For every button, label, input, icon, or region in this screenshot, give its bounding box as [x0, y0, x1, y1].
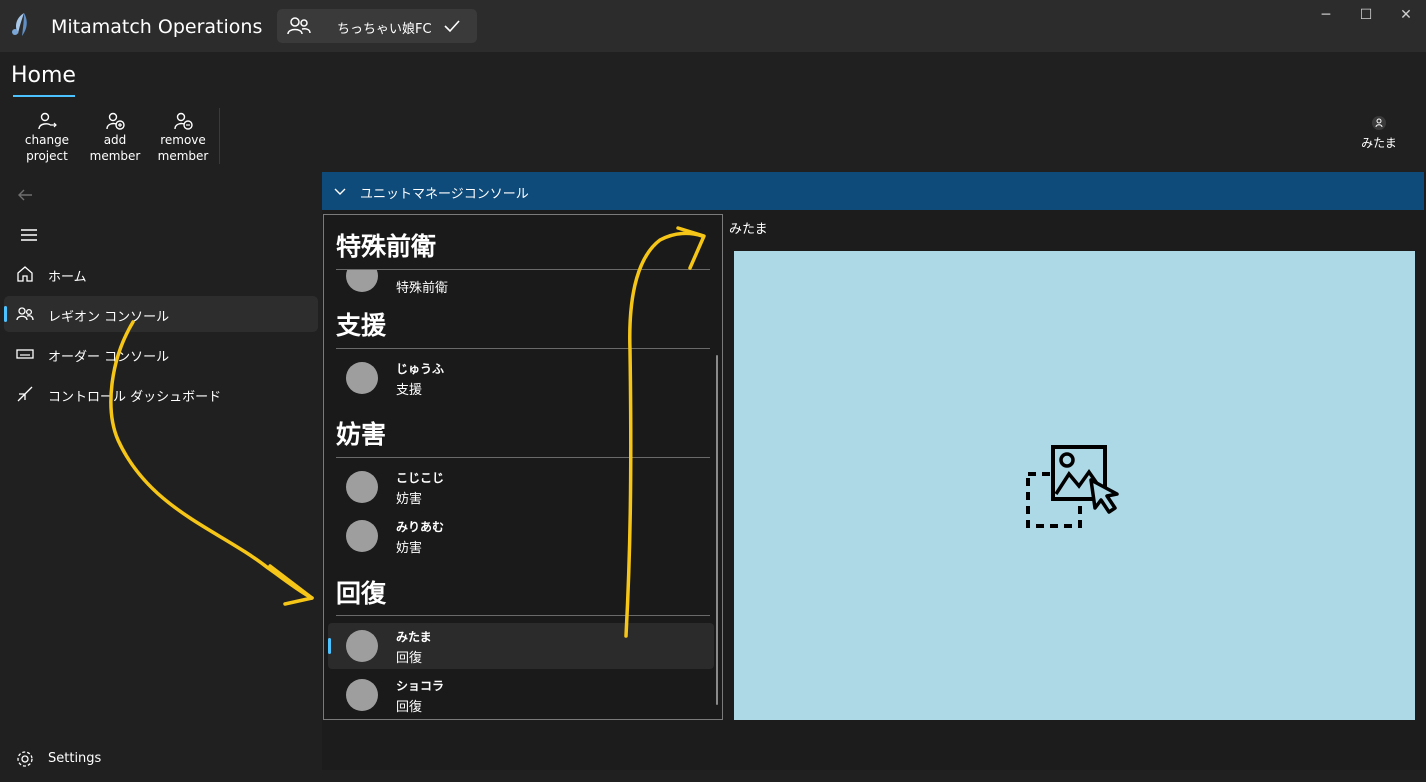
app-title: Mitamatch Operations — [51, 16, 263, 38]
nav-item-control-dashboard[interactable]: コントロール ダッシュボード — [4, 376, 318, 412]
hamburger-menu-icon[interactable] — [20, 228, 38, 242]
list-item[interactable]: みりあむ 妨害 — [328, 513, 714, 559]
page-title-underline — [13, 95, 75, 97]
gear-icon[interactable] — [16, 750, 34, 768]
list-item-selected[interactable]: みたま 回復 — [328, 623, 714, 669]
remove-member-label-2: member — [157, 149, 209, 163]
check-icon — [444, 20, 460, 33]
nav-item-legion-console[interactable]: レギオン コンソール — [4, 296, 318, 332]
page-title: Home — [11, 63, 76, 88]
group-divider — [336, 457, 710, 458]
member-name: みりあむ — [396, 520, 445, 534]
person-add-icon — [106, 112, 125, 130]
unit-manage-expander-header[interactable]: ユニットマネージコンソール — [322, 172, 1424, 210]
member-role: 妨害 — [396, 492, 423, 507]
person-remove-icon — [174, 112, 193, 130]
avatar — [346, 630, 378, 662]
avatar — [346, 520, 378, 552]
scrollbar[interactable] — [716, 355, 718, 705]
list-item[interactable]: じゅうふ 支援 — [328, 355, 714, 401]
list-item[interactable]: ショコラ 回復 — [328, 672, 714, 718]
nav-item-label: コントロール ダッシュボード — [48, 390, 222, 405]
group-header: 妨害 — [336, 420, 387, 449]
app-logo-icon — [12, 13, 27, 36]
member-name: ショコラ — [396, 679, 445, 693]
member-name: こじこじ — [396, 471, 445, 485]
group-header-title: 特殊前衛 — [336, 232, 437, 261]
selection-indicator — [328, 638, 331, 654]
add-member-button[interactable]: add member — [83, 112, 147, 164]
nav-item-label: ホーム — [48, 270, 87, 285]
people-icon — [287, 17, 311, 35]
minimize-button[interactable]: ─ — [1306, 4, 1346, 26]
avatar — [1372, 116, 1386, 130]
pen-icon — [17, 386, 33, 402]
change-project-label-1: change — [24, 133, 70, 147]
nav-item-order-console[interactable]: オーダー コンソール — [4, 336, 318, 372]
group-divider — [336, 615, 710, 616]
member-role: 妨害 — [396, 541, 423, 556]
add-member-label-1: add — [103, 133, 127, 147]
image-drop-area[interactable] — [734, 251, 1415, 720]
add-member-label-2: member — [89, 149, 141, 163]
list-item[interactable]: こじこじ 妨害 — [328, 464, 714, 510]
change-project-label-2: project — [26, 149, 68, 163]
back-arrow-icon[interactable] — [16, 186, 34, 204]
avatar — [346, 471, 378, 503]
nav-item-label: レギオン コンソール — [48, 310, 170, 325]
chevron-down-icon — [334, 188, 346, 195]
group-divider — [336, 348, 710, 349]
member-role: 特殊前衛 — [396, 281, 449, 296]
group-header: 支援 — [336, 311, 387, 340]
member-name: みたま — [396, 630, 432, 644]
group-divider-overlay — [336, 269, 710, 270]
user-profile[interactable]: みたま — [1356, 116, 1402, 151]
person-icon — [1375, 118, 1383, 128]
remove-member-button[interactable]: remove member — [151, 112, 215, 164]
command-separator — [219, 108, 220, 164]
home-icon — [17, 266, 33, 282]
maximize-button[interactable]: ☐ — [1346, 4, 1386, 26]
nav-item-home[interactable]: ホーム — [4, 256, 318, 292]
detail-member-name: みたま — [729, 222, 768, 237]
remove-member-label-1: remove — [160, 133, 206, 147]
keyboard-icon — [16, 349, 34, 359]
member-role: 回復 — [396, 651, 423, 666]
nav-item-label: オーダー コンソール — [48, 350, 170, 365]
selection-indicator — [4, 306, 7, 322]
change-project-button[interactable]: change project — [15, 112, 79, 164]
member-role: 回復 — [396, 700, 423, 715]
people-icon — [16, 307, 34, 321]
group-header: 回復 — [336, 579, 387, 608]
image-placeholder-icon — [1026, 445, 1119, 528]
close-button[interactable]: ✕ — [1386, 4, 1426, 26]
person-swap-icon — [38, 112, 57, 130]
avatar — [346, 362, 378, 394]
user-name: みたま — [1361, 136, 1397, 150]
settings-nav-item[interactable]: Settings — [48, 751, 101, 766]
avatar — [346, 679, 378, 711]
member-name: じゅうふ — [396, 362, 445, 376]
title-bar: Mitamatch Operations ちっちゃい娘FC ─ ☐ ✕ — [0, 0, 1426, 52]
project-name: ちっちゃい娘FC — [337, 22, 432, 37]
project-selector[interactable]: ちっちゃい娘FC — [277, 9, 477, 43]
member-role: 支援 — [396, 383, 423, 398]
member-list[interactable]: 特殊前衛 特殊前衛 特殊前衛 支援 じゅうふ 支援 妨害 こじこじ 妨害 みりあ… — [323, 214, 723, 720]
expander-title: ユニットマネージコンソール — [360, 187, 529, 202]
